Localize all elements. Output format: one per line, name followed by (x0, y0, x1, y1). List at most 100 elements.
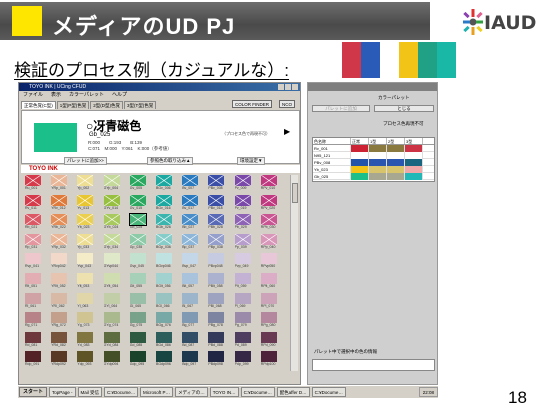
color-chip[interactable]: Pb_029 (234, 214, 251, 230)
list-column-header[interactable]: 1型 (369, 138, 387, 144)
color-chip[interactable]: PBb_028 (208, 214, 225, 230)
color-chip[interactable]: RPg_080 (260, 312, 277, 328)
color-chip[interactable]: BGd_086 (156, 331, 172, 348)
color-chip[interactable]: GYb_024 (103, 214, 120, 230)
color-chip[interactable]: Ylt_053 (77, 273, 94, 289)
color-chip[interactable]: Bdp_097 (182, 351, 199, 367)
color-chip[interactable]: Rp_031 (25, 233, 41, 250)
color-chip[interactable]: Rv_011 (25, 194, 41, 211)
color-chip[interactable]: BGv_006 (156, 175, 172, 191)
color-chip[interactable]: Yv_013 (77, 194, 94, 211)
close-button[interactable] (292, 84, 298, 90)
color-chip[interactable]: GYlt_054 (103, 273, 120, 289)
color-chip[interactable]: GYd_084 (103, 331, 120, 348)
color-chip[interactable]: YRp_032 (51, 233, 68, 250)
color-chip[interactable]: Gdp_095 (129, 351, 146, 367)
color-chip[interactable]: GYg_074 (103, 312, 120, 328)
color-chip[interactable]: Plt_059 (234, 273, 251, 289)
color-chip[interactable]: Glt_055 (129, 273, 146, 289)
color-chip[interactable]: Yg_073 (77, 312, 94, 328)
color-chip[interactable]: RPb_030 (260, 214, 277, 230)
color-chip[interactable]: Rb_021 (25, 214, 41, 230)
taskbar-item[interactable]: Mail 受信 (77, 387, 103, 397)
color-chip[interactable]: Ru_001 (25, 175, 41, 191)
color-chip[interactable]: BGvp046 (156, 253, 172, 269)
color-chip[interactable]: PBv_018 (208, 194, 225, 211)
color-chip[interactable]: Yd_083 (77, 331, 94, 348)
taskbar-item[interactable]: C:¥Docume… (311, 387, 346, 397)
color-chip[interactable]: Pv_009 (234, 175, 251, 191)
color-chip[interactable]: RPv_010 (260, 175, 277, 191)
color-chip[interactable]: YRd_082 (51, 331, 68, 348)
taskbar-item[interactable]: 配色affer D… (276, 387, 310, 397)
palette-row[interactable]: Yb_023 (313, 166, 434, 173)
color-chip[interactable]: PBvp048 (208, 253, 225, 269)
color-chip[interactable]: GYp_034 (103, 233, 120, 250)
color-chip[interactable]: PBp_038 (208, 233, 225, 250)
color-chip[interactable]: YRdp092 (51, 351, 68, 367)
start-button[interactable]: スタート (19, 387, 48, 397)
color-chip[interactable]: Ydp_093 (77, 351, 94, 367)
color-chip[interactable]: Yb_023 (77, 214, 94, 230)
vision-tab[interactable]: 3型(T型)色覚 (124, 101, 157, 109)
menu-item[interactable]: カラーパレット (69, 91, 104, 99)
taskbar-item[interactable]: Microsoft P… (140, 387, 174, 397)
color-chip[interactable]: Rd_081 (25, 331, 41, 348)
taskbar-item[interactable]: TopPage - (49, 387, 76, 397)
color-chip[interactable]: GYp_004 (103, 175, 120, 191)
color-chip[interactable]: BGdp096 (156, 351, 172, 367)
color-chip[interactable]: Bv_007 (182, 175, 199, 191)
color-chip[interactable]: RPp_040 (260, 233, 277, 250)
color-chip[interactable]: Pl_069 (234, 292, 251, 309)
color-chip[interactable]: Gl_065 (129, 292, 146, 309)
taskbar-item[interactable]: TOYO IN… (209, 387, 239, 397)
color-chip[interactable]: Bv_017 (182, 194, 199, 211)
color-chip[interactable]: PBv_008 (208, 175, 225, 191)
grid-scrollbar[interactable] (290, 175, 298, 371)
environment-settings-button[interactable]: 環境設定▼ (237, 157, 266, 165)
color-chip[interactable]: YRvp042 (51, 253, 68, 269)
color-chip[interactable]: Bd_087 (182, 331, 199, 348)
list-column-header[interactable]: 3型 (405, 138, 423, 144)
maximize-button[interactable] (285, 84, 291, 90)
color-chip[interactable]: Bvp_047 (182, 253, 199, 269)
color-chip[interactable]: YRg_072 (51, 312, 68, 328)
nco-button[interactable]: NCO (279, 100, 295, 108)
vision-tab[interactable]: 1型(P型)色覚 (56, 101, 90, 109)
color-chip[interactable]: BGb_026 (156, 214, 172, 230)
color-chip[interactable]: Bb_027 (182, 214, 199, 230)
list-column-header[interactable]: 正常 (351, 138, 369, 144)
color-chip[interactable]: BGl_066 (156, 292, 172, 309)
color-chip[interactable]: Gd_085 (129, 331, 146, 348)
color-chip[interactable]: PBl_068 (208, 292, 225, 309)
taskbar-item[interactable]: メディアの… (175, 387, 208, 397)
palette-close-button[interactable]: とじる (374, 105, 434, 112)
menu-item[interactable]: ファイル (23, 91, 43, 99)
taskbar-item[interactable]: C:¥Docume… (240, 387, 275, 397)
menu-item[interactable]: ヘルプ (112, 91, 127, 99)
color-chip[interactable]: YRl_062 (51, 292, 68, 309)
color-chip[interactable]: Gg_075 (129, 312, 146, 328)
color-chip[interactable]: RPvp050 (260, 253, 277, 269)
color-chip[interactable]: Gvp_045 (129, 253, 146, 269)
color-chip[interactable]: PBd_088 (208, 331, 225, 348)
color-chip[interactable]: Pg_079 (234, 312, 251, 328)
minimize-button[interactable] (278, 84, 284, 90)
taskbar-item[interactable]: C:¥Docume… (104, 387, 139, 397)
color-chip[interactable]: GYdp094 (103, 351, 120, 367)
color-chip[interactable]: YRv_012 (51, 194, 68, 211)
palette-row[interactable]: N95_121 (313, 152, 434, 159)
color-chip[interactable]: YRb_022 (51, 214, 68, 230)
reference-color-button[interactable]: 参照色の取り込み▲ (147, 157, 194, 165)
vision-tab[interactable]: 2型(D型)色覚 (90, 101, 124, 109)
color-chip[interactable]: PBg_078 (208, 312, 225, 328)
color-chip[interactable]: Yvp_043 (77, 253, 94, 269)
color-chip[interactable]: Bl_067 (182, 292, 199, 309)
scrollbar-thumb[interactable] (292, 183, 298, 203)
color-chip[interactable]: PBdp098 (208, 351, 225, 367)
color-chip[interactable]: Bg_077 (182, 312, 199, 328)
color-chip[interactable]: RPl_070 (260, 292, 277, 309)
color-chip[interactable]: Gv_005 (129, 175, 146, 191)
color-chip[interactable]: Pdp_099 (234, 351, 251, 367)
color-chip[interactable]: Rlt_051 (25, 273, 41, 289)
